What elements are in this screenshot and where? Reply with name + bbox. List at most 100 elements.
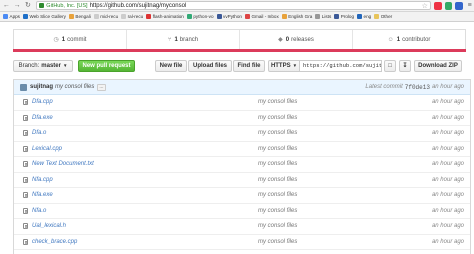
bookmark-item[interactable]: Prolog	[334, 14, 354, 19]
url-text[interactable]: https://github.com/sujitnag/myconsol	[90, 3, 187, 9]
expand-commit-button[interactable]: ...	[97, 83, 106, 91]
bookmark-item[interactable]: eng	[357, 14, 371, 19]
download-zip-button[interactable]: Download ZIP	[414, 59, 462, 72]
file-commit-message[interactable]: my consol files	[258, 192, 378, 198]
stat-contributor[interactable]: ☺ 1 contributor	[353, 30, 465, 49]
bookmarks-bar: Apps Web Slice Gallery Bengali mid-recu ral-…	[0, 12, 474, 22]
bookmark-item[interactable]: Apps	[3, 14, 20, 19]
bookmark-item[interactable]: ral-recu	[121, 14, 143, 19]
clone-url-input[interactable]: https://github.com/sujitn	[300, 59, 382, 72]
file-icon	[23, 223, 28, 230]
file-commit-message[interactable]: my consol files	[258, 161, 378, 167]
file-name-link[interactable]: Lexical.cpp	[32, 146, 258, 152]
file-name-link[interactable]: Dfa.cpp	[32, 99, 258, 105]
bookmark-item[interactable]: Lists	[315, 14, 331, 19]
new-file-button[interactable]: New file	[155, 59, 187, 72]
bookmark-item[interactable]: English Gra	[281, 14, 313, 19]
latest-commit-row: sujitnag my consol files ... Latest comm…	[14, 80, 470, 95]
file-commit-message[interactable]: my consol files	[258, 99, 378, 105]
extension-icon[interactable]	[433, 1, 442, 10]
bookmark-item[interactable]: Other	[374, 14, 392, 19]
file-name-link[interactable]: New Text Document.txt	[32, 161, 258, 167]
back-icon[interactable]: ←	[2, 1, 11, 10]
bookmark-label: mid-recu	[100, 14, 119, 19]
avatar[interactable]	[20, 83, 27, 91]
file-name-link[interactable]: Nfa.cpp	[32, 177, 258, 183]
language-bar	[13, 49, 466, 52]
table-row: Nfa.exe my consol files an hour ago	[14, 188, 470, 204]
file-age: an hour ago	[431, 99, 464, 106]
bookmark-label: Prolog	[340, 14, 355, 19]
stat-commit[interactable]: ◷ 1 commit	[14, 30, 127, 49]
bookmark-label: Other	[380, 14, 393, 19]
forward-icon[interactable]: →	[13, 1, 22, 10]
branch-select[interactable]: Branch: master ▼	[13, 59, 73, 72]
reload-icon[interactable]: ↻	[24, 1, 33, 10]
bookmark-item[interactable]: Web Slice Gallery	[22, 14, 66, 19]
browser-toolbar: ← → ↻ GitHub, Inc. [US] https://github.c…	[0, 0, 474, 12]
bookmark-item[interactable]: Gmail - Inbox	[244, 14, 279, 19]
bookmark-item[interactable]: Bengali	[68, 14, 91, 19]
commit-icon: ◷	[53, 37, 59, 43]
file-list: Dfa.cpp my consol files an hour ago Dfa.exe…	[14, 95, 470, 254]
bookmark-label: Gmail - Inbox	[251, 14, 279, 19]
address-bar[interactable]: GitHub, Inc. [US] https://github.com/suj…	[36, 1, 431, 10]
bookmark-label: eng	[363, 14, 372, 19]
find-file-button[interactable]: Find file	[233, 59, 265, 72]
bookmark-label: python-vo	[193, 14, 214, 19]
clone-protocol-select[interactable]: HTTPS ▼	[268, 59, 300, 72]
file-commit-message[interactable]: my consol files	[258, 177, 378, 183]
bookmark-item[interactable]: flash-animation	[146, 14, 184, 19]
new-pull-request-button[interactable]: New pull request	[78, 59, 135, 72]
file-age: an hour ago	[431, 238, 464, 245]
bookmark-item[interactable]: python-vo	[186, 14, 214, 19]
menu-icon[interactable]: ≡	[465, 1, 474, 10]
file-name-link[interactable]: Nfa.exe	[32, 192, 258, 198]
file-name-link[interactable]: Dfa.o	[32, 130, 258, 136]
bookmark-star-icon[interactable]: ☆	[422, 2, 428, 10]
bookmark-item[interactable]: mid-recu	[93, 14, 119, 19]
commit-message[interactable]: my consol files	[55, 84, 94, 90]
bookmark-label: English Gra	[288, 14, 313, 19]
file-age: an hour ago	[431, 223, 464, 230]
stat-releases[interactable]: ◆ 0 releases	[240, 30, 353, 49]
secure-label: GitHub, Inc. [US]	[46, 2, 88, 9]
table-row: Dfa.cpp my consol files an hour ago	[14, 95, 470, 111]
file-icon	[23, 99, 28, 106]
stat-count: 1	[396, 36, 401, 43]
bookmark-icon	[216, 14, 222, 19]
stat-label: contributor	[402, 36, 431, 43]
file-name-link[interactable]: check_brace.cpp	[32, 239, 258, 245]
file-commit-message[interactable]: my consol files	[258, 146, 378, 152]
bookmark-icon	[146, 14, 152, 19]
file-commit-message[interactable]: my consol files	[258, 208, 378, 214]
extension-icon[interactable]	[444, 1, 453, 10]
bookmark-label: Web Slice Gallery	[29, 14, 66, 19]
bookmark-icon	[22, 14, 28, 19]
table-row: Dfa.o my consol files an hour ago	[14, 126, 470, 142]
file-name-link[interactable]: Dfa.exe	[32, 115, 258, 121]
lock-icon	[39, 3, 45, 8]
stat-branch[interactable]: ⑂ 1 branch	[127, 30, 240, 49]
file-commit-message[interactable]: my consol files	[258, 130, 378, 136]
file-name-link[interactable]: Ual_lexical.h	[32, 223, 258, 229]
file-commit-message[interactable]: my consol files	[258, 223, 378, 229]
file-age: an hour ago	[431, 176, 464, 183]
chevron-down-icon: ▼	[62, 63, 68, 68]
stat-count: 1	[174, 36, 178, 43]
bookmark-item[interactable]: vvPython	[216, 14, 242, 19]
bookmark-icon	[281, 14, 287, 19]
upload-files-button[interactable]: Upload files	[188, 59, 232, 72]
copy-url-button[interactable]: □	[384, 59, 396, 72]
file-name-link[interactable]: Nfa.o	[32, 208, 258, 214]
stat-label: commit	[67, 36, 87, 43]
commit-sha[interactable]: 7f0de13	[405, 84, 430, 91]
extension-icon[interactable]	[455, 1, 464, 10]
commit-author[interactable]: sujitnag	[30, 84, 53, 90]
file-commit-message[interactable]: my consol files	[258, 115, 378, 121]
file-icon	[23, 238, 28, 245]
file-commit-message[interactable]: my consol files	[258, 239, 378, 245]
open-in-desktop-button[interactable]: ↧	[399, 59, 411, 72]
bookmark-label: Bengali	[75, 14, 91, 19]
bookmark-label: flash-animation	[152, 14, 184, 19]
